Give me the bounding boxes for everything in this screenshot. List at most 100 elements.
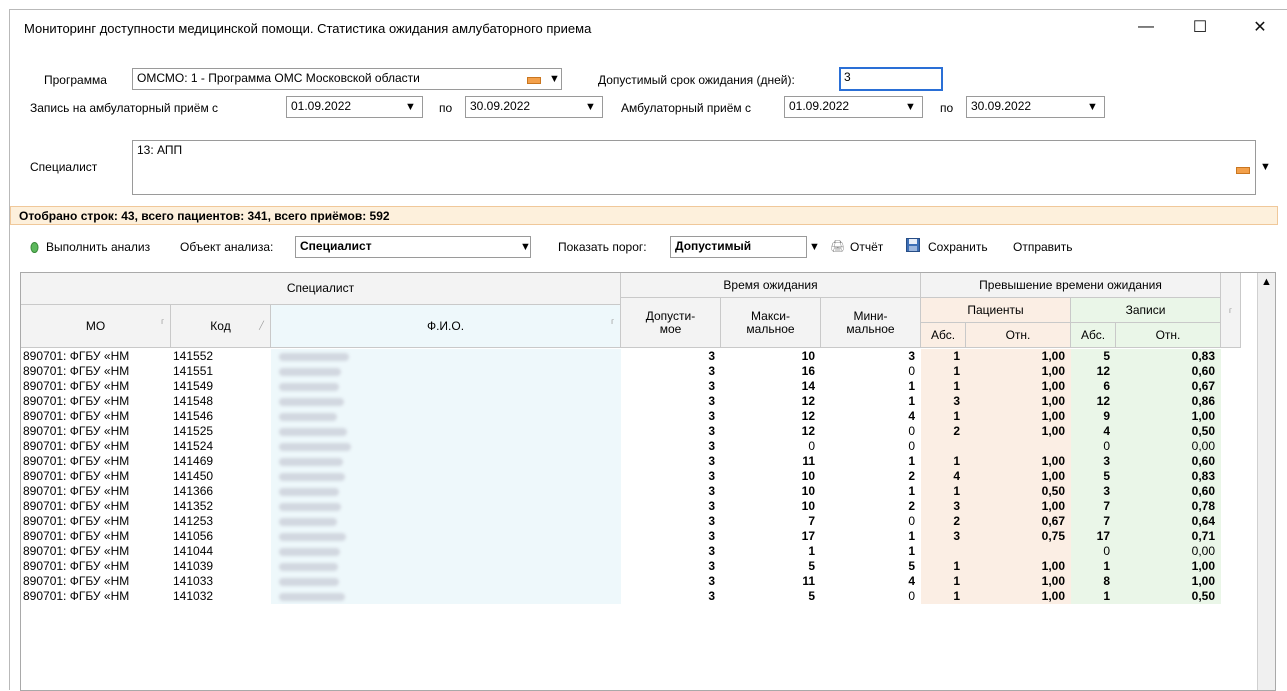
cell-fio-redacted — [271, 559, 621, 574]
program-field[interactable]: ОМСМО: 1 - Программа ОМС Московской обла… — [132, 68, 562, 90]
cell-fio-redacted — [271, 349, 621, 364]
cell-pr — [966, 544, 1071, 559]
threshold-dropdown-icon[interactable]: ▼ — [807, 236, 822, 258]
table-row[interactable]: 890701: ФГБУ «НМ 141552 3 10 3 1 1,00 5 0,83 — [21, 349, 1241, 364]
specialist-field[interactable]: 13: АПП — [132, 140, 1256, 195]
header-fio[interactable]: Ф.И.О. г — [271, 305, 621, 348]
object-select[interactable]: Специалист — [295, 236, 531, 258]
cell-ra: 3 — [1071, 454, 1116, 469]
appt-to-dropdown-icon[interactable]: ▼ — [583, 96, 598, 118]
cell-ra: 1 — [1071, 559, 1116, 574]
header-allowed[interactable]: Допусти- мое — [621, 298, 721, 348]
cell-allowed: 3 — [708, 574, 715, 588]
cell-mo: 890701: ФГБУ «НМ — [23, 589, 130, 603]
table-row[interactable]: 890701: ФГБУ «НМ 141524 3 0 0 0 0,00 — [21, 439, 1241, 454]
cell-min: 1 — [908, 529, 915, 543]
header-mo-label: МО — [85, 318, 106, 333]
save-button[interactable]: Сохранить — [928, 240, 988, 254]
header-code[interactable]: Код ╱ — [171, 305, 271, 348]
table-row[interactable]: 890701: ФГБУ «НМ 141032 3 5 0 1 1,00 1 0,50 — [21, 589, 1241, 604]
threshold-label: Показать порог: — [558, 240, 647, 254]
clear-specialist-icon[interactable] — [1236, 167, 1250, 174]
table-row[interactable]: 890701: ФГБУ «НМ 141253 3 7 0 2 0,67 7 0,64 — [21, 514, 1241, 529]
header-patients-abs-label: Абс. — [930, 327, 956, 342]
header-records-abs[interactable]: Абс. — [1071, 323, 1116, 348]
cell-pa: 2 — [921, 424, 966, 439]
header-patients-abs[interactable]: Абс. — [921, 323, 966, 348]
cell-ra: 5 — [1071, 349, 1116, 364]
header-patients-rel[interactable]: Отн. — [966, 323, 1071, 348]
table-row[interactable]: 890701: ФГБУ «НМ 141548 3 12 1 3 1,00 12 0,86 — [21, 394, 1241, 409]
header-group-excess: Превышение времени ожидания — [921, 273, 1221, 298]
save-icon[interactable] — [906, 238, 920, 255]
cell-pa: 2 — [921, 514, 966, 529]
cell-pr: 1,00 — [966, 424, 1071, 439]
header-mo[interactable]: МО г — [21, 305, 171, 348]
cell-fio-redacted — [271, 394, 621, 409]
cell-pr: 1,00 — [966, 349, 1071, 364]
visit-from-dropdown-icon[interactable]: ▼ — [903, 96, 918, 118]
send-button[interactable]: Отправить — [1013, 240, 1073, 254]
header-min[interactable]: Мини- мальное — [821, 298, 921, 348]
analysis-toolbar: Выполнить анализ Объект анализа: Специал… — [10, 234, 1278, 260]
header-records-rel[interactable]: Отн. — [1116, 323, 1221, 348]
table-row[interactable]: 890701: ФГБУ «НМ 141546 3 12 4 1 1,00 9 1,00 — [21, 409, 1241, 424]
run-analysis-icon[interactable] — [30, 242, 39, 256]
table-row[interactable]: 890701: ФГБУ «НМ 141469 3 11 1 1 1,00 3 0,60 — [21, 454, 1241, 469]
cell-max: 7 — [808, 514, 815, 528]
table-row[interactable]: 890701: ФГБУ «НМ 141366 3 10 1 1 0,50 3 0,60 — [21, 484, 1241, 499]
cell-rr: 0,86 — [1116, 394, 1221, 409]
cell-mo: 890701: ФГБУ «НМ — [23, 439, 130, 453]
close-button[interactable]: ✕ — [1240, 14, 1280, 40]
specialist-dropdown-icon[interactable]: ▼ — [1258, 156, 1273, 178]
cell-allowed: 3 — [708, 379, 715, 393]
table-row[interactable]: 890701: ФГБУ «НМ 141033 3 11 4 1 1,00 8 1,00 — [21, 574, 1241, 589]
table-row[interactable]: 890701: ФГБУ «НМ 141525 3 12 0 2 1,00 4 0,50 — [21, 424, 1241, 439]
visit-to-dropdown-icon[interactable]: ▼ — [1085, 96, 1100, 118]
cell-ra: 7 — [1071, 514, 1116, 529]
cell-mo: 890701: ФГБУ «НМ — [23, 364, 130, 378]
cell-mo: 890701: ФГБУ «НМ — [23, 454, 130, 468]
cell-mo: 890701: ФГБУ «НМ — [23, 529, 130, 543]
scroll-up-icon[interactable]: ▲ — [1258, 273, 1275, 290]
header-code-label: Код — [210, 318, 231, 333]
object-label: Объект анализа: — [180, 240, 274, 254]
cell-pa: 1 — [921, 454, 966, 469]
appt-from-dropdown-icon[interactable]: ▼ — [403, 96, 418, 118]
table-row[interactable]: 890701: ФГБУ «НМ 141450 3 10 2 4 1,00 5 0,83 — [21, 469, 1241, 484]
table-row[interactable]: 890701: ФГБУ «НМ 141044 3 1 1 0 0,00 — [21, 544, 1241, 559]
cell-min: 1 — [908, 394, 915, 408]
clear-program-icon[interactable] — [527, 77, 541, 84]
header-max[interactable]: Макси- мальное — [721, 298, 821, 348]
maximize-button[interactable]: ☐ — [1180, 14, 1220, 40]
header-records-rel-label: Отн. — [1155, 327, 1181, 342]
cell-max: 1 — [808, 544, 815, 558]
cell-mo: 890701: ФГБУ «НМ — [23, 574, 130, 588]
cell-fio-redacted — [271, 529, 621, 544]
wait-days-input[interactable]: 3 — [839, 67, 943, 91]
minimize-button[interactable]: — — [1126, 14, 1166, 40]
window-title: Мониторинг доступности медицинской помощ… — [24, 21, 592, 36]
threshold-select[interactable]: Допустимый — [670, 236, 807, 258]
table-row[interactable]: 890701: ФГБУ «НМ 141549 3 14 1 1 1,00 6 0,67 — [21, 379, 1241, 394]
statistics-table[interactable]: Специалист Время ожидания Превышение вре… — [20, 272, 1276, 691]
report-icon[interactable]: 🖨 — [830, 239, 845, 253]
cell-max: 10 — [801, 484, 815, 498]
cell-code: 141366 — [173, 484, 214, 498]
cell-allowed: 3 — [708, 349, 715, 363]
cell-allowed: 3 — [708, 364, 715, 378]
report-button[interactable]: Отчёт — [850, 240, 883, 254]
object-dropdown-icon[interactable]: ▼ — [518, 236, 533, 258]
cell-fio-redacted — [271, 364, 621, 379]
cell-min: 1 — [908, 454, 915, 468]
cell-fio-redacted — [271, 574, 621, 589]
run-analysis-button[interactable]: Выполнить анализ — [46, 240, 150, 254]
cell-max: 12 — [801, 424, 815, 438]
vertical-scrollbar[interactable]: ▲ — [1257, 273, 1275, 690]
table-row[interactable]: 890701: ФГБУ «НМ 141056 3 17 1 3 0,75 17 0,71 — [21, 529, 1241, 544]
table-row[interactable]: 890701: ФГБУ «НМ 141551 3 16 0 1 1,00 12 0,60 — [21, 364, 1241, 379]
table-row[interactable]: 890701: ФГБУ «НМ 141039 3 5 5 1 1,00 1 1,00 — [21, 559, 1241, 574]
program-dropdown-icon[interactable]: ▼ — [547, 68, 562, 90]
table-row[interactable]: 890701: ФГБУ «НМ 141352 3 10 2 3 1,00 7 0,78 — [21, 499, 1241, 514]
summary-bar: Отобрано строк: 43, всего пациентов: 341… — [10, 206, 1278, 225]
